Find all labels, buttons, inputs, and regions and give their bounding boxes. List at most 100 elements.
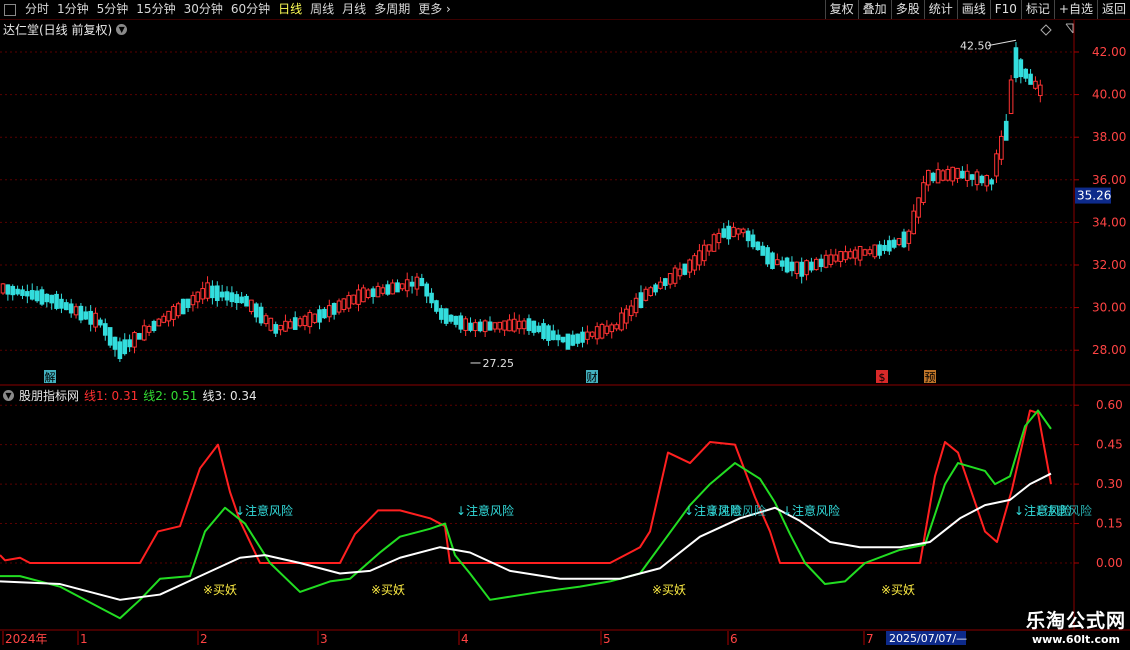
candle xyxy=(107,327,113,348)
time-axis-label: 2 xyxy=(200,632,208,646)
candle xyxy=(531,320,537,336)
candle-body xyxy=(1033,80,1038,89)
candle xyxy=(195,291,201,309)
candle xyxy=(176,301,181,319)
indicator-axis-label: 0.00 xyxy=(1096,556,1123,570)
candle xyxy=(1028,69,1033,85)
line3-readout: 线3: 0.34 xyxy=(202,389,257,403)
chevron-down-icon[interactable]: ▼ xyxy=(3,390,14,401)
candle xyxy=(512,312,517,333)
candle xyxy=(716,228,722,250)
candle-body xyxy=(137,333,142,340)
candle xyxy=(628,299,634,322)
candle-body xyxy=(916,197,921,218)
candle xyxy=(804,259,809,281)
candle-body xyxy=(346,295,352,309)
candle xyxy=(487,316,493,331)
candle-body xyxy=(594,326,600,340)
candle xyxy=(930,171,936,184)
candle xyxy=(989,177,994,191)
candle-body xyxy=(288,321,293,329)
candle-body xyxy=(25,291,30,297)
candle xyxy=(151,319,157,333)
candle xyxy=(896,238,902,247)
candle-body xyxy=(994,153,999,177)
candle-body xyxy=(716,232,722,244)
candle xyxy=(711,232,717,252)
candle xyxy=(526,314,532,335)
candle-body xyxy=(945,169,951,181)
candle-body xyxy=(589,331,595,337)
candle xyxy=(585,325,590,345)
candle-body xyxy=(361,287,366,303)
candle xyxy=(921,175,926,206)
candle xyxy=(692,253,697,275)
candle xyxy=(672,265,678,288)
candle-body xyxy=(283,320,288,332)
candle xyxy=(93,307,98,332)
candle xyxy=(463,316,468,336)
candle-body xyxy=(122,339,128,355)
candle-body xyxy=(687,259,692,273)
candle xyxy=(843,245,848,263)
risk-signal-label: ↓注意风险 xyxy=(456,503,514,518)
candle-body xyxy=(1008,79,1014,114)
candle-body xyxy=(419,277,425,287)
candle-body xyxy=(253,303,259,318)
candle xyxy=(253,302,259,323)
candle-body xyxy=(322,308,327,319)
candle xyxy=(770,251,775,270)
candle xyxy=(799,257,804,284)
candle-body xyxy=(667,273,673,285)
candle-body xyxy=(0,283,6,294)
candle xyxy=(102,318,108,341)
candle xyxy=(775,253,780,266)
candle xyxy=(935,162,941,184)
candle xyxy=(185,298,191,312)
candle-body xyxy=(697,250,702,266)
candle xyxy=(560,336,566,344)
kline-chart[interactable]: 42.0040.0038.0036.0034.0032.0030.0028.00… xyxy=(0,0,1130,650)
candle xyxy=(731,222,736,238)
candle xyxy=(336,298,342,315)
diamond-icon xyxy=(1040,24,1052,36)
price-axis-label: 30.00 xyxy=(1092,301,1126,315)
candle-body xyxy=(463,318,468,331)
candle xyxy=(297,316,303,328)
candle xyxy=(555,329,561,347)
candle-body xyxy=(263,315,269,325)
candle xyxy=(1023,68,1029,82)
candle-body xyxy=(872,244,878,258)
candle xyxy=(424,281,429,304)
candle xyxy=(404,272,410,298)
candle-body xyxy=(955,167,960,179)
candle xyxy=(945,165,951,182)
candle-body xyxy=(205,282,210,299)
candle-body xyxy=(813,258,819,271)
candle-body xyxy=(906,230,912,244)
candle-body xyxy=(760,245,766,256)
candle-body xyxy=(551,330,556,341)
candle xyxy=(516,314,522,334)
candle-body xyxy=(453,315,459,325)
candle xyxy=(789,256,795,277)
candle xyxy=(200,281,205,305)
candle xyxy=(779,256,785,272)
candle xyxy=(44,293,50,308)
candle xyxy=(468,317,473,333)
candle xyxy=(302,314,308,331)
candle xyxy=(551,324,556,341)
candle-body xyxy=(969,174,975,180)
candle xyxy=(497,321,503,333)
candle-body xyxy=(297,318,303,327)
risk-signal-label: ↓注意风险 xyxy=(782,503,840,518)
candle-body xyxy=(15,288,20,295)
candle-body xyxy=(356,289,361,305)
candle-body xyxy=(34,290,40,302)
candle-body xyxy=(541,323,546,339)
candle-body xyxy=(210,285,215,299)
candle-body xyxy=(960,170,965,179)
candle-body xyxy=(950,166,955,182)
event-marker-label: 财 xyxy=(587,370,598,384)
candle xyxy=(828,248,834,268)
